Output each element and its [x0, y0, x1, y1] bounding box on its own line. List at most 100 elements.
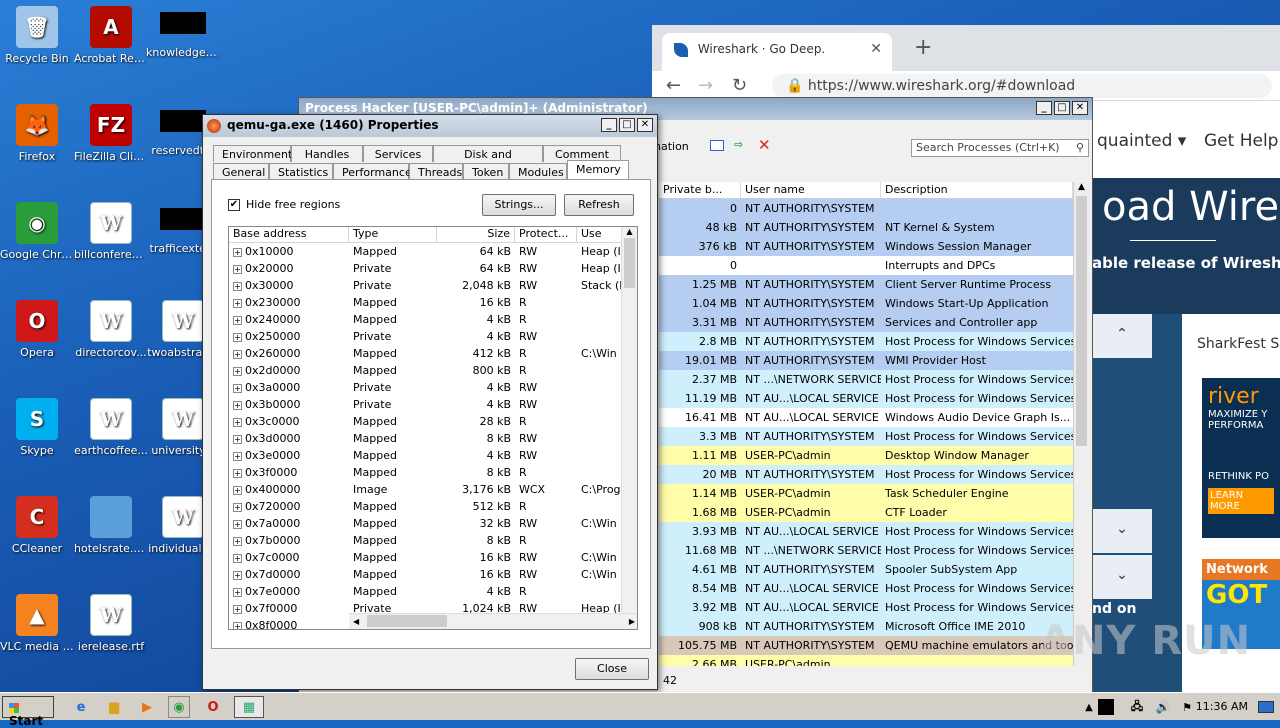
expand-icon[interactable]: +	[233, 553, 242, 563]
reload-icon[interactable]: ↻	[732, 75, 747, 96]
expand-icon[interactable]: +	[233, 349, 242, 359]
accordion-expand-icon-2[interactable]: ⌄	[1092, 555, 1152, 599]
toolbar-information-label[interactable]: nation	[654, 140, 689, 153]
memory-row[interactable]: +0x7e0000 Mapped 4 kB R	[229, 583, 637, 600]
expand-icon[interactable]: +	[233, 604, 242, 614]
expand-icon[interactable]: +	[233, 587, 242, 597]
column-use[interactable]: Use	[577, 227, 627, 242]
memory-row[interactable]: +0x400000 Image 3,176 kB WCX C:\Prog	[229, 481, 637, 498]
tab-disk-and-network[interactable]: Disk and Network	[433, 145, 543, 174]
show-desktop-icon[interactable]	[1258, 701, 1274, 713]
memory-row[interactable]: +0x240000 Mapped 4 kB R	[229, 311, 637, 328]
process-row[interactable]: 1.04 MB NT AUTHORITY\SYSTEM Windows Start-…	[659, 294, 1073, 313]
column-size[interactable]: Size	[437, 227, 515, 242]
mem-hscroll-thumb[interactable]	[366, 615, 447, 627]
desktop-icon[interactable]: S Skype	[0, 398, 74, 457]
process-row[interactable]: 8.54 MB NT AU...\LOCAL SERVICE Host Proces…	[659, 579, 1073, 598]
expand-icon[interactable]: +	[233, 536, 242, 546]
desktop-icon[interactable]: 🗑 Recycle Bin	[0, 6, 74, 65]
desktop-icon[interactable]: Wdirectorcov...	[74, 300, 148, 359]
hide-free-regions[interactable]: ✔ Hide free regions	[228, 198, 340, 211]
process-row[interactable]: 3.93 MB NT AU...\LOCAL SERVICE Host Proces…	[659, 522, 1073, 541]
expand-icon[interactable]: +	[233, 468, 242, 478]
ie-icon[interactable]: e	[70, 696, 92, 718]
terminate-icon[interactable]: ✕	[758, 136, 771, 154]
mem-scroll-up-icon[interactable]: ▲	[622, 227, 637, 236]
memory-row[interactable]: +0x3e0000 Mapped 4 kB RW	[229, 447, 637, 464]
expand-icon[interactable]: +	[233, 332, 242, 342]
memory-row[interactable]: +0x10000 Mapped 64 kB RW Heap (I	[229, 243, 637, 260]
desktop-icon[interactable]: C CCleaner	[0, 496, 74, 555]
tab-handles[interactable]: Handles	[291, 145, 363, 162]
desktop-icon[interactable]: ▲ VLC media player	[0, 594, 74, 653]
tab-token[interactable]: Token	[463, 163, 509, 180]
window-icon[interactable]	[710, 140, 724, 151]
hide-free-checkbox[interactable]: ✔	[228, 198, 240, 211]
chrome-icon[interactable]: ◉	[168, 696, 190, 718]
volume-icon[interactable]: 🔊	[1152, 696, 1174, 718]
memory-horizontal-scrollbar[interactable]: ◀ ▶	[349, 613, 637, 629]
desktop-icon[interactable]: A Acrobat Reader DC	[74, 6, 148, 65]
memory-row[interactable]: +0x3d0000 Mapped 8 kB RW	[229, 430, 637, 447]
desktop-icon[interactable]: knowledgem...	[146, 6, 220, 59]
network-icon[interactable]: 🖧	[1126, 696, 1148, 718]
show-hidden-icons[interactable]: ▲	[1078, 696, 1100, 718]
process-row[interactable]: 19.01 MB NT AUTHORITY\SYSTEM WMI Provider …	[659, 351, 1073, 370]
tab-general[interactable]: General	[213, 163, 269, 180]
expand-icon[interactable]: +	[233, 417, 242, 427]
refresh-button[interactable]: Refresh	[564, 194, 634, 216]
desktop-icon[interactable]: O Opera	[0, 300, 74, 359]
process-row[interactable]: 3.31 MB NT AUTHORITY\SYSTEM Services and C…	[659, 313, 1073, 332]
desktop-icon[interactable]: Wierelease.rtf	[74, 594, 148, 653]
search-processes-input[interactable]: Search Processes (Ctrl+K) ⚲	[911, 139, 1089, 157]
memory-row[interactable]: +0x3a0000 Private 4 kB RW	[229, 379, 637, 396]
column-private-bytes[interactable]: Private b...	[659, 182, 741, 198]
nav-get-help[interactable]: Get Help ▾	[1204, 131, 1280, 151]
memory-row[interactable]: +0x2d0000 Mapped 800 kB R	[229, 362, 637, 379]
scroll-up-icon[interactable]: ▲	[1074, 182, 1089, 192]
tab-memory[interactable]: Memory	[567, 160, 629, 180]
opera-icon[interactable]: O	[202, 696, 224, 718]
expand-icon[interactable]: +	[233, 247, 242, 257]
process-row[interactable]: 16.41 MB NT AU...\LOCAL SERVICE Windows Au…	[659, 408, 1073, 427]
tab-modules[interactable]: Modules	[509, 163, 567, 180]
expand-icon[interactable]: +	[233, 315, 242, 325]
strings-button[interactable]: Strings...	[482, 194, 556, 216]
riverbed-ad[interactable]: river MAXIMIZE Y PERFORMA RETHINK PO LEA…	[1202, 378, 1280, 538]
process-row[interactable]: 2.66 MB USER-PC\admin	[659, 655, 1073, 666]
memory-row[interactable]: +0x260000 Mapped 412 kB R C:\Win	[229, 345, 637, 362]
expand-icon[interactable]: +	[233, 264, 242, 274]
memory-row[interactable]: +0x7a0000 Mapped 32 kB RW C:\Win	[229, 515, 637, 532]
process-list-scrollbar[interactable]: ▲	[1073, 182, 1089, 666]
media-player-icon[interactable]: ▶	[136, 696, 158, 718]
action-center-icon[interactable]: ⚑	[1176, 696, 1198, 718]
process-row[interactable]: 105.75 MB NT AUTHORITY\SYSTEM QEMU machine…	[659, 636, 1073, 655]
expand-icon[interactable]: +	[233, 570, 242, 580]
minimize-button[interactable]: _	[1036, 101, 1052, 115]
expand-icon[interactable]: +	[233, 519, 242, 529]
desktop-icon[interactable]: ◉ Google Chrome	[0, 202, 74, 261]
accordion-expand-icon[interactable]: ⌄	[1092, 509, 1152, 553]
tab-close-icon[interactable]: ✕	[870, 41, 882, 57]
column-protection[interactable]: Protect...	[515, 227, 577, 242]
process-row[interactable]: 11.19 MB NT AU...\LOCAL SERVICE Host Proce…	[659, 389, 1073, 408]
process-row[interactable]: 20 MB NT AUTHORITY\SYSTEM Host Process for…	[659, 465, 1073, 484]
column-type[interactable]: Type	[349, 227, 437, 242]
scroll-thumb[interactable]	[1076, 196, 1087, 446]
expand-icon[interactable]: +	[233, 366, 242, 376]
explorer-icon[interactable]: ▆	[103, 696, 125, 718]
process-row[interactable]: 48 kB NT AUTHORITY\SYSTEM NT Kernel & Syst…	[659, 218, 1073, 237]
memory-row[interactable]: +0x230000 Mapped 16 kB R	[229, 294, 637, 311]
process-row[interactable]: 3.92 MB NT AU...\LOCAL SERVICE Host Proces…	[659, 598, 1073, 617]
process-row[interactable]: 1.68 MB USER-PC\admin CTF Loader	[659, 503, 1073, 522]
process-hacker-taskbar-icon[interactable]: ▦	[234, 696, 264, 718]
process-row[interactable]: 3.3 MB NT AUTHORITY\SYSTEM Host Process fo…	[659, 427, 1073, 446]
memory-row[interactable]: +0x30000 Private 2,048 kB RW Stack (I	[229, 277, 637, 294]
process-row[interactable]: 376 kB NT AUTHORITY\SYSTEM Windows Session…	[659, 237, 1073, 256]
column-user-name[interactable]: User name	[741, 182, 881, 198]
process-row[interactable]: 2.37 MB NT ...\NETWORK SERVICE Host Proces…	[659, 370, 1073, 389]
memory-row[interactable]: +0x3c0000 Mapped 28 kB R	[229, 413, 637, 430]
column-description[interactable]: Description	[881, 182, 1073, 198]
expand-icon[interactable]: +	[233, 298, 242, 308]
find-window-icon[interactable]: ⇨	[734, 138, 743, 151]
